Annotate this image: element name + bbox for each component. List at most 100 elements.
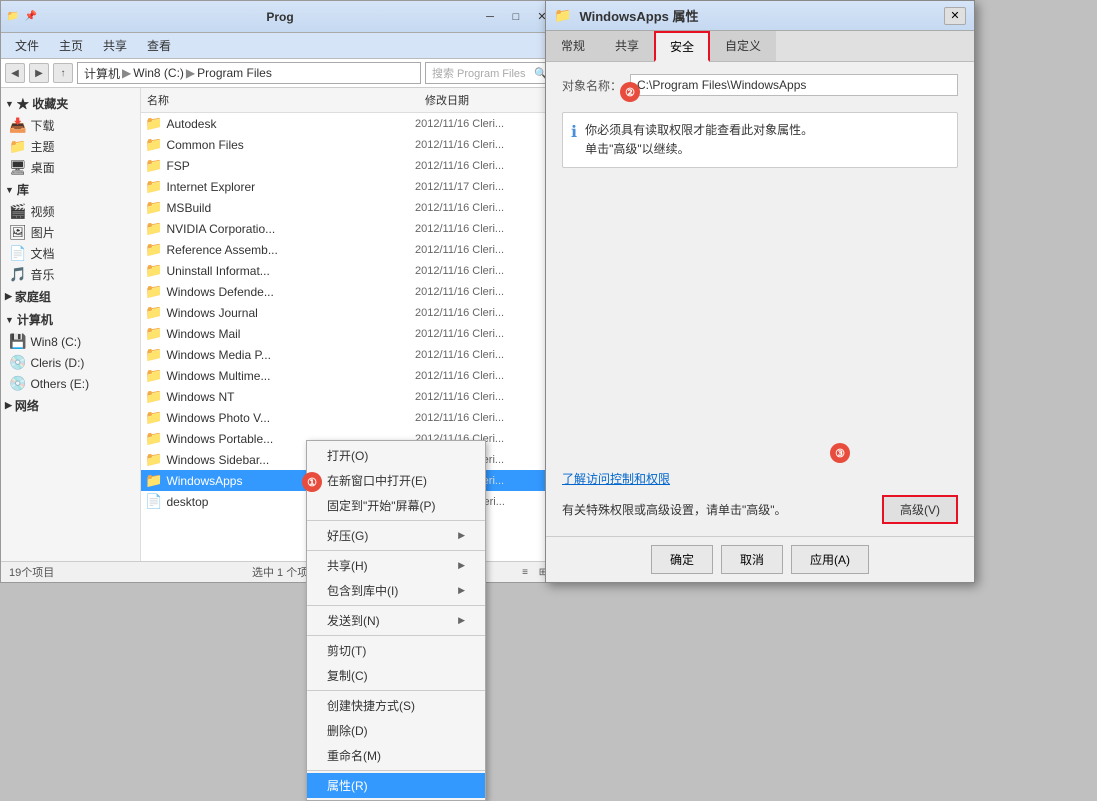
file-date-photo: 2012/11/16 Cleri... <box>415 412 555 424</box>
file-item-common[interactable]: 📁 Common Files 2012/11/16 Cleri... <box>141 134 559 155</box>
sidebar-item-downloads[interactable]: 📥 下载 <box>1 115 140 136</box>
column-header-name[interactable]: 名称 <box>141 90 419 110</box>
haozip-submenu-arrow-icon: ▶ <box>458 530 465 541</box>
up-button[interactable]: ↑ <box>53 63 73 83</box>
link-row: 了解访问控制和权限 <box>562 470 958 487</box>
sidebar-item-desktop[interactable]: 🖥 桌面 <box>1 157 140 178</box>
tab-security[interactable]: 安全 <box>654 31 710 62</box>
sidebar-item-win8[interactable]: 💾 Win8 (C:) <box>1 331 140 352</box>
maximize-button[interactable]: □ <box>503 7 529 27</box>
file-item-refassem[interactable]: 📁 Reference Assemb... 2012/11/16 Cleri..… <box>141 239 559 260</box>
context-menu-copy[interactable]: 复制(C) <box>307 663 485 688</box>
file-item-nt[interactable]: 📁 Windows NT 2012/11/16 Cleri... <box>141 386 559 407</box>
file-name-mail: Windows Mail <box>166 327 415 341</box>
sidebar-group-homegroup[interactable]: ▶ 家庭组 <box>1 285 140 308</box>
sidebar: ▼ ★ 收藏夹 📥 下载 📁 主题 🖥 桌面 ▼ 库 🎬 视频 <box>1 88 141 561</box>
address-path[interactable]: 计算机 ▶ Win8 (C:) ▶ Program Files <box>77 62 421 84</box>
file-item-ie[interactable]: 📁 Internet Explorer 2012/11/17 Cleri... <box>141 176 559 197</box>
msbuild-folder-icon: 📁 <box>145 199 162 216</box>
view-icon-list[interactable]: ≡ <box>517 564 533 580</box>
advanced-button[interactable]: 高级(V) <box>882 495 958 524</box>
context-menu-divider-1 <box>307 520 485 521</box>
file-item-mail[interactable]: 📁 Windows Mail 2012/11/16 Cleri... <box>141 323 559 344</box>
sidebar-item-documents[interactable]: 📄 文档 <box>1 243 140 264</box>
file-item-photo[interactable]: 📁 Windows Photo V... 2012/11/16 Cleri... <box>141 407 559 428</box>
path-part-drive[interactable]: Win8 (C:) <box>133 66 184 80</box>
tab-custom[interactable]: 自定义 <box>710 31 776 61</box>
nvidia-folder-icon: 📁 <box>145 220 162 237</box>
minimize-button[interactable]: ─ <box>477 7 503 27</box>
object-label: 对象名称： <box>562 77 622 94</box>
file-date-ie: 2012/11/17 Cleri... <box>415 181 555 193</box>
context-menu-create-shortcut[interactable]: 创建快捷方式(S) <box>307 693 485 718</box>
file-item-nvidia[interactable]: 📁 NVIDIA Corporatio... 2012/11/16 Cleri.… <box>141 218 559 239</box>
file-item-uninstall[interactable]: 📁 Uninstall Informat... 2012/11/16 Cleri… <box>141 260 559 281</box>
file-item-defender[interactable]: 📁 Windows Defende... 2012/11/16 Cleri... <box>141 281 559 302</box>
sidebar-label-video: 视频 <box>30 203 54 220</box>
context-menu-pin-start[interactable]: 固定到"开始"屏幕(P) <box>307 493 485 518</box>
ok-button[interactable]: 确定 <box>651 545 713 574</box>
sidebar-group-favorites[interactable]: ▼ ★ 收藏夹 <box>1 92 140 115</box>
file-item-mediap[interactable]: 📁 Windows Media P... 2012/11/16 Cleri... <box>141 344 559 365</box>
file-item-autodesk[interactable]: 📁 Autodesk 2012/11/16 Cleri... <box>141 113 559 134</box>
sidebar-group-library[interactable]: ▼ 库 <box>1 178 140 201</box>
others-drive-icon: 💿 <box>9 375 26 392</box>
dialog-title: WindowsApps 属性 <box>579 6 944 25</box>
ribbon-tab-home[interactable]: 主页 <box>49 33 93 58</box>
context-menu-include-library[interactable]: 包含到库中(I) ▶ <box>307 578 485 603</box>
library-arrow-icon: ▼ <box>5 185 14 195</box>
context-menu-properties[interactable]: 属性(R) <box>307 773 485 798</box>
context-menu-share[interactable]: 共享(H) ▶ <box>307 553 485 578</box>
context-menu-haozip[interactable]: 好压(G) ▶ <box>307 523 485 548</box>
file-date-autodesk: 2012/11/16 Cleri... <box>415 118 555 130</box>
file-list-header: 名称 修改日期 <box>141 88 559 113</box>
context-menu-delete[interactable]: 删除(D) <box>307 718 485 743</box>
path-part-folder[interactable]: Program Files <box>197 66 272 80</box>
apply-button[interactable]: 应用(A) <box>791 545 869 574</box>
context-menu-divider-2 <box>307 550 485 551</box>
dialog-close-button[interactable]: ✕ <box>944 7 966 25</box>
context-menu-send-to[interactable]: 发送到(N) ▶ <box>307 608 485 633</box>
sidebar-item-themes[interactable]: 📁 主题 <box>1 136 140 157</box>
context-menu-open[interactable]: 打开(O) <box>307 443 485 468</box>
include-library-submenu-arrow-icon: ▶ <box>458 585 465 596</box>
defender-folder-icon: 📁 <box>145 283 162 300</box>
ribbon-tab-view[interactable]: 查看 <box>137 33 181 58</box>
file-item-journal[interactable]: 📁 Windows Journal 2012/11/16 Cleri... <box>141 302 559 323</box>
tab-share[interactable]: 共享 <box>600 31 654 61</box>
file-name-photo: Windows Photo V... <box>166 411 415 425</box>
file-item-msbuild[interactable]: 📁 MSBuild 2012/11/16 Cleri... <box>141 197 559 218</box>
info-icon: ℹ <box>571 122 577 142</box>
context-menu-rename[interactable]: 重命名(M) <box>307 743 485 768</box>
path-part-computer[interactable]: 计算机 <box>84 65 120 82</box>
context-menu-open-new-window[interactable]: 在新窗口中打开(E) <box>307 468 485 493</box>
forward-button[interactable]: ▶ <box>29 63 49 83</box>
ribbon-tab-share[interactable]: 共享 <box>93 33 137 58</box>
file-item-fsp[interactable]: 📁 FSP 2012/11/16 Cleri... <box>141 155 559 176</box>
context-menu-cut[interactable]: 剪切(T) <box>307 638 485 663</box>
ribbon-tab-file[interactable]: 文件 <box>5 33 49 58</box>
cancel-button[interactable]: 取消 <box>721 545 783 574</box>
dialog-tabs: 常规 共享 安全 自定义 <box>546 31 974 62</box>
sidebar-item-cleris[interactable]: 💿 Cleris (D:) <box>1 352 140 373</box>
learn-more-link[interactable]: 了解访问控制和权限 <box>562 472 670 486</box>
advanced-row: 有关特殊权限或高级设置，请单击"高级"。 高级(V) <box>562 495 958 524</box>
sidebar-group-network[interactable]: ▶ 网络 <box>1 394 140 417</box>
tab-general[interactable]: 常规 <box>546 31 600 61</box>
ribbon-tabs: 文件 主页 共享 查看 <box>1 33 559 59</box>
column-header-date[interactable]: 修改日期 <box>419 90 559 110</box>
sidebar-item-pictures[interactable]: 🖼 图片 <box>1 222 140 243</box>
file-date-msbuild: 2012/11/16 Cleri... <box>415 202 555 214</box>
sidebar-item-music[interactable]: 🎵 音乐 <box>1 264 140 285</box>
sidebar-item-others[interactable]: 💿 Others (E:) <box>1 373 140 394</box>
sidebar-group-computer[interactable]: ▼ 计算机 <box>1 308 140 331</box>
content-spacer <box>562 176 958 458</box>
address-bar: ◀ ▶ ↑ 计算机 ▶ Win8 (C:) ▶ Program Files 搜索… <box>1 59 559 88</box>
file-item-multimed[interactable]: 📁 Windows Multime... 2012/11/16 Cleri... <box>141 365 559 386</box>
back-button[interactable]: ◀ <box>5 63 25 83</box>
context-menu-divider-3 <box>307 605 485 606</box>
context-menu-open-new-window-label: 在新窗口中打开(E) <box>327 472 427 489</box>
sidebar-item-video[interactable]: 🎬 视频 <box>1 201 140 222</box>
search-box[interactable]: 搜索 Program Files 🔍 <box>425 62 555 84</box>
file-date-refassem: 2012/11/16 Cleri... <box>415 244 555 256</box>
